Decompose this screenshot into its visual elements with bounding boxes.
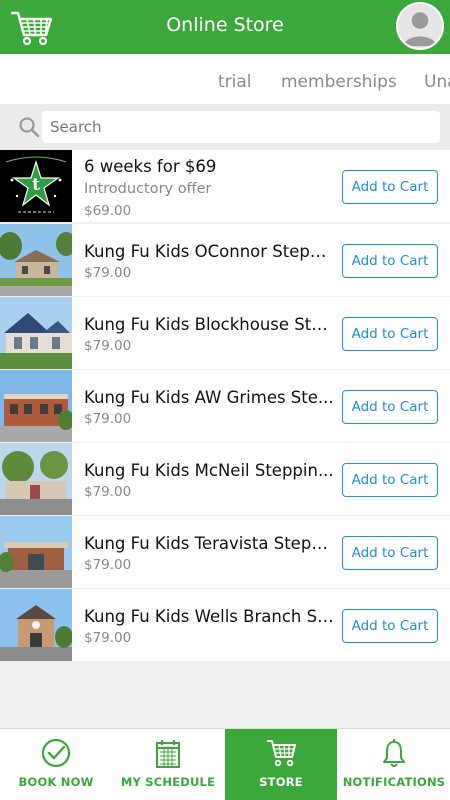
- add-to-cart-button[interactable]: Add to Cart: [342, 609, 438, 643]
- add-to-cart-button[interactable]: Add to Cart: [342, 463, 438, 497]
- location-photo: [0, 589, 72, 661]
- search-icon: [19, 117, 40, 138]
- product-row[interactable]: t 6 weeks for $69 Introductory offer $69…: [0, 150, 450, 222]
- nav-notifications[interactable]: NOTIFICATIONS: [338, 729, 450, 800]
- svg-text:t: t: [32, 175, 40, 195]
- nav-label: NOTIFICATIONS: [342, 775, 446, 789]
- product-name: Kung Fu Kids OConnor Steppin...: [84, 242, 336, 261]
- location-photo: [0, 297, 72, 369]
- nav-label: BOOK NOW: [18, 775, 94, 789]
- product-name: Kung Fu Kids Wells Branch St...: [84, 607, 336, 626]
- add-to-cart-button[interactable]: Add to Cart: [342, 390, 438, 424]
- product-price: $79.00: [84, 557, 132, 573]
- search-input[interactable]: [42, 111, 440, 143]
- add-to-cart-button[interactable]: Add to Cart: [342, 317, 438, 351]
- product-row[interactable]: Kung Fu Kids OConnor Steppin... $79.00 A…: [0, 224, 450, 296]
- search-bar: [0, 104, 450, 150]
- checkmark-circle-icon: [41, 738, 71, 768]
- product-row[interactable]: Kung Fu Kids AW Grimes Ste... $79.00 Add…: [0, 370, 450, 442]
- nav-label: STORE: [259, 775, 303, 789]
- page-title: Online Store: [166, 14, 284, 36]
- product-row[interactable]: Kung Fu Kids Blockhouse Ste... $79.00 Ad…: [0, 297, 450, 369]
- product-price: $79.00: [84, 265, 132, 281]
- user-avatar-icon[interactable]: [396, 2, 444, 50]
- calendar-icon: [156, 740, 180, 768]
- bottom-nav: BOOK NOW MY SCHEDULE STORE NOTIFICATIONS: [0, 728, 450, 800]
- product-name: Kung Fu Kids AW Grimes Ste...: [84, 388, 334, 407]
- product-price: $79.00: [84, 484, 132, 500]
- nav-store[interactable]: STORE: [225, 729, 337, 800]
- location-photo: [0, 370, 72, 442]
- product-name: Kung Fu Kids Teravista Stepp...: [84, 534, 336, 553]
- nav-my-schedule[interactable]: MY SCHEDULE: [112, 729, 224, 800]
- location-photo: [0, 516, 72, 588]
- product-name: Kung Fu Kids McNeil Steppin...: [84, 461, 334, 480]
- product-row[interactable]: Kung Fu Kids Wells Branch St... $79.00 A…: [0, 589, 450, 661]
- product-name: 6 weeks for $69: [84, 157, 217, 176]
- product-price: $79.00: [84, 630, 132, 646]
- add-to-cart-button[interactable]: Add to Cart: [342, 536, 438, 570]
- location-photo: [0, 443, 72, 515]
- tab-unassigned[interactable]: Una: [424, 72, 450, 92]
- tab-trial[interactable]: trial: [218, 72, 252, 92]
- product-price: $69.00: [84, 203, 132, 219]
- location-photo: [0, 224, 72, 296]
- shopping-cart-icon: [267, 740, 296, 767]
- product-name: Kung Fu Kids Blockhouse Ste...: [84, 315, 336, 334]
- category-tabs: trial memberships Una: [0, 54, 450, 104]
- bell-icon: [383, 739, 405, 767]
- product-row[interactable]: Kung Fu Kids McNeil Steppin... $79.00 Ad…: [0, 443, 450, 515]
- nav-book-now[interactable]: BOOK NOW: [0, 729, 112, 800]
- app-header: Online Store: [0, 0, 450, 54]
- add-to-cart-button[interactable]: Add to Cart: [342, 244, 438, 278]
- product-price: $79.00: [84, 411, 132, 427]
- nav-label: MY SCHEDULE: [120, 775, 216, 789]
- seven-star-logo: t: [0, 150, 72, 222]
- product-subtitle: Introductory offer: [84, 181, 212, 197]
- tab-memberships[interactable]: memberships: [281, 72, 397, 92]
- product-row[interactable]: Kung Fu Kids Teravista Stepp... $79.00 A…: [0, 516, 450, 588]
- product-price: $79.00: [84, 338, 132, 354]
- add-to-cart-button[interactable]: Add to Cart: [342, 170, 438, 204]
